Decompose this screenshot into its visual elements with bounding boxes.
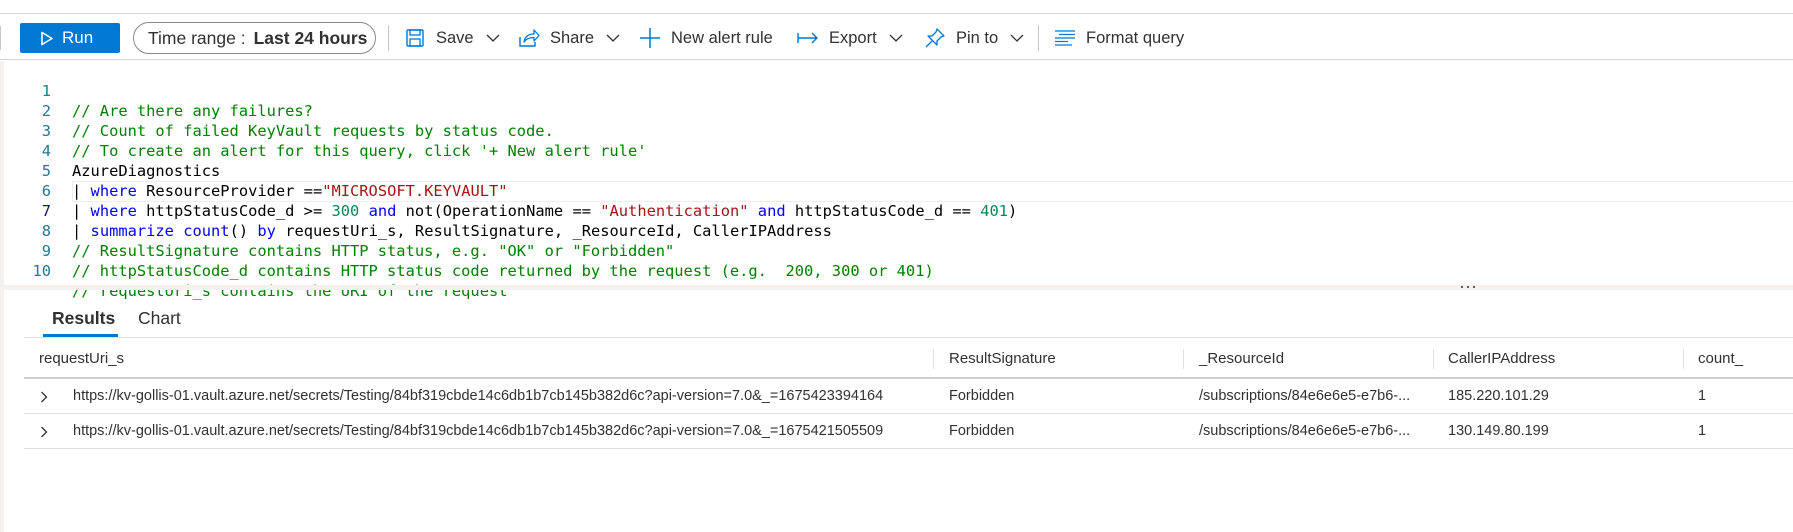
play-icon <box>41 31 53 45</box>
new-alert-rule-label: New alert rule <box>671 28 773 47</box>
table-row[interactable]: https://kv-gollis-01.vault.azure.net/sec… <box>24 379 1793 414</box>
column-resize-handle[interactable] <box>1433 349 1434 369</box>
share-label: Share <box>550 28 595 47</box>
save-button[interactable]: Save <box>404 22 500 54</box>
cell-resultsignature: Forbidden <box>949 423 1015 439</box>
query-toolbar: Run Time range : Last 24 hours Save Shar… <box>0 14 1793 60</box>
pin-icon <box>924 27 946 49</box>
results-edge <box>0 290 4 532</box>
pin-to-label: Pin to <box>956 28 999 47</box>
column-header-count[interactable]: count_ <box>1698 338 1743 379</box>
tab-results[interactable]: Results <box>52 300 115 336</box>
cell-requesturi: https://kv-gollis-01.vault.azure.net/sec… <box>73 423 884 439</box>
code-line: 4 AzureDiagnostics <box>0 121 1793 180</box>
cell-resourceid: /subscriptions/84e6e6e5-e7b6-... <box>1199 388 1411 404</box>
export-arrow-icon <box>797 27 819 49</box>
expand-row-button[interactable] <box>40 379 54 414</box>
save-icon <box>404 27 426 49</box>
column-header-resourceid[interactable]: _ResourceId <box>1199 338 1284 379</box>
new-alert-rule-button[interactable]: New alert rule <box>639 22 773 54</box>
column-resize-handle[interactable] <box>1683 349 1684 369</box>
cell-calleripaddress: 185.220.101.29 <box>1448 388 1549 404</box>
code-line: 3 // To create an alert for this query, … <box>0 101 1793 160</box>
cell-resultsignature: Forbidden <box>949 388 1015 404</box>
chevron-down-icon <box>1010 33 1024 43</box>
cell-resourceid: /subscriptions/84e6e6e5-e7b6-... <box>1199 423 1411 439</box>
column-resize-handle[interactable] <box>933 349 934 369</box>
run-button[interactable]: Run <box>20 23 120 53</box>
results-grid-header: requestUri_s ResultSignature _ResourceId… <box>24 338 1793 379</box>
chevron-down-icon <box>889 33 903 43</box>
code-line: 10 // requestUri_s contains the URI of t… <box>0 241 1793 300</box>
code-line: 2 // Count of failed KeyVault requests b… <box>0 81 1793 140</box>
time-range-value: Last 24 hours <box>253 27 368 48</box>
pin-to-button[interactable]: Pin to <box>924 22 1024 54</box>
cell-count: 1 <box>1698 388 1707 404</box>
format-lines-icon <box>1054 27 1076 49</box>
chevron-down-icon <box>606 33 620 43</box>
column-header-calleripaddress[interactable]: CallerIPAddress <box>1448 338 1555 379</box>
toolbar-divider <box>1038 25 1039 51</box>
chevron-right-icon <box>41 426 48 437</box>
table-row[interactable]: https://kv-gollis-01.vault.azure.net/sec… <box>24 414 1793 449</box>
line-number: 10 <box>32 262 51 280</box>
cell-requesturi: https://kv-gollis-01.vault.azure.net/sec… <box>73 388 884 404</box>
chevron-down-icon <box>486 33 500 43</box>
column-header-resultsignature[interactable]: ResultSignature <box>949 338 1056 379</box>
format-query-label: Format query <box>1086 28 1185 47</box>
code-text: // httpStatusCode_d contains HTTP status… <box>72 262 934 280</box>
share-icon <box>518 27 540 49</box>
column-resize-handle[interactable] <box>1183 349 1184 369</box>
code-line: 7 | summarize count() by requestUri_s, R… <box>0 181 1793 240</box>
code-line: 5 | where ResourceProvider =="MICROSOFT.… <box>0 141 1793 200</box>
time-range-picker[interactable]: Time range : Last 24 hours <box>133 22 376 54</box>
expand-row-button[interactable] <box>40 414 54 449</box>
toolbar-divider <box>0 26 1 50</box>
toolbar-divider <box>388 25 389 51</box>
cell-calleripaddress: 130.149.80.199 <box>1448 423 1549 439</box>
time-range-label: Time range : <box>148 27 246 48</box>
cell-count: 1 <box>1698 423 1707 439</box>
format-query-button[interactable]: Format query <box>1054 22 1184 54</box>
tab-chart[interactable]: Chart <box>138 300 181 336</box>
code-line: 9 // httpStatusCode_d contains HTTP stat… <box>0 221 1793 280</box>
code-line: 8 // ResultSignature contains HTTP statu… <box>0 201 1793 260</box>
code-line: 1 // Are there any failures? <box>0 61 1793 120</box>
column-header-requesturi[interactable]: requestUri_s <box>39 338 124 379</box>
run-label: Run <box>62 28 94 47</box>
export-button[interactable]: Export <box>797 22 903 54</box>
share-button[interactable]: Share <box>518 22 620 54</box>
code-line: 6 | where httpStatusCode_d >= 300 and no… <box>0 161 1793 220</box>
export-label: Export <box>829 28 877 47</box>
save-label: Save <box>436 28 474 47</box>
chevron-right-icon <box>41 391 48 402</box>
plus-icon <box>639 27 661 49</box>
